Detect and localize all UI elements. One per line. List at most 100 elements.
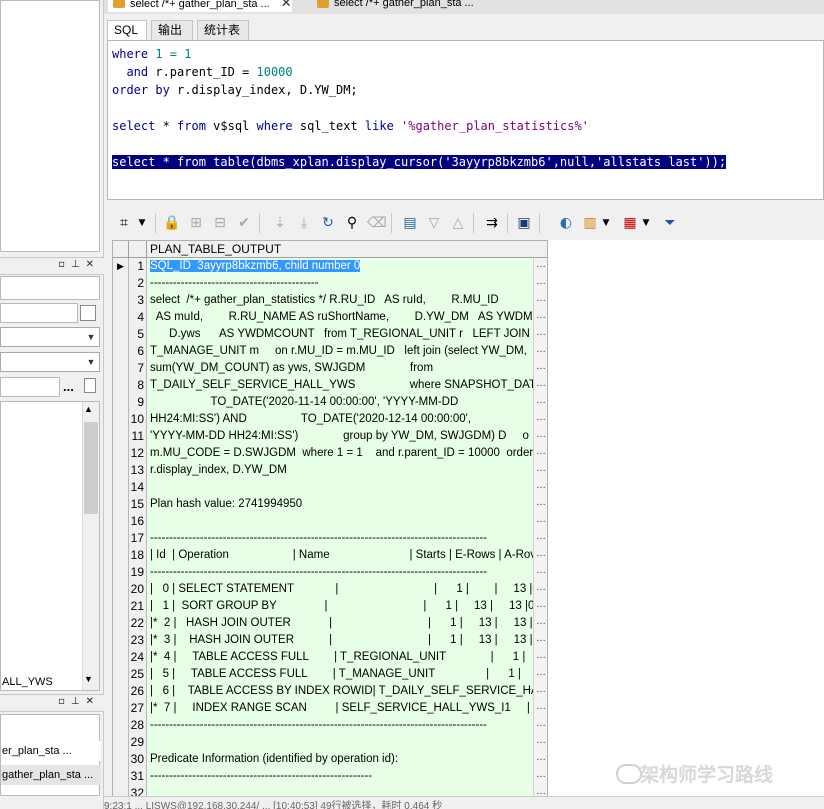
tab-output[interactable]: 输出 [151, 20, 193, 40]
row-indicator[interactable] [113, 309, 129, 326]
cell-expand-button[interactable]: … [533, 462, 547, 479]
row-indicator[interactable] [113, 326, 129, 343]
delete-record-icon[interactable]: ⊟ [211, 214, 229, 232]
query-by-example-icon[interactable]: ⇉ [483, 214, 501, 232]
row-indicator[interactable] [113, 496, 129, 513]
fetch-next-icon[interactable]: ⇣ [271, 214, 289, 232]
row-indicator[interactable] [113, 343, 129, 360]
grid-cell[interactable]: Plan hash value: 2741994950 [147, 496, 533, 513]
table-row[interactable]: 17 --------------------------------------… [113, 530, 547, 547]
scroll-thumb[interactable] [84, 422, 98, 514]
table-row[interactable]: 7 sum(YW_DM_COUNT) as yws, SWJGDM from… [113, 360, 547, 377]
post-changes-icon[interactable]: ✔ [235, 214, 253, 232]
table-row[interactable]: 20 | 0 | SELECT STATEMENT | | 1 | | 13 |0… [113, 581, 547, 598]
row-indicator[interactable] [113, 581, 129, 598]
cell-expand-button[interactable]: … [533, 666, 547, 683]
row-indicator[interactable] [113, 411, 129, 428]
object-list-scrollbar[interactable]: ▲ ▼ [82, 402, 99, 690]
grid-cell[interactable]: | 6 | TABLE ACCESS BY INDEX ROWID| T_DAI… [147, 683, 533, 700]
result-grid[interactable]: PLAN_TABLE_OUTPUT ▶ 1 SQL_ID 3ayyrp8bkzmb6… [112, 240, 548, 809]
grid-cell[interactable]: m.MU_CODE = D.SWJGDM where 1 = 1 and r.p… [147, 445, 533, 462]
table-row[interactable]: 12 m.MU_CODE = D.SWJGDM where 1 = 1 and r… [113, 445, 547, 462]
grid-cell[interactable] [147, 734, 533, 751]
cell-expand-button[interactable]: … [533, 394, 547, 411]
cell-expand-button[interactable]: … [533, 598, 547, 615]
cell-expand-button[interactable]: … [533, 683, 547, 700]
row-indicator[interactable] [113, 275, 129, 292]
cell-expand-button[interactable]: … [533, 700, 547, 717]
grid-cell[interactable]: Predicate Information (identified by ope… [147, 751, 533, 768]
row-indicator[interactable] [113, 683, 129, 700]
cell-expand-button[interactable]: … [533, 734, 547, 751]
table-row[interactable]: 11 'YYYY-MM-DD HH24:MI:SS') group by YW_D… [113, 428, 547, 445]
grid-cell[interactable]: ----------------------------------------… [147, 768, 533, 785]
table-row[interactable]: 29… [113, 734, 547, 751]
window-list-item[interactable]: gather_plan_sta ... [1, 765, 101, 785]
close-icon[interactable]: ✕ [281, 0, 292, 10]
chevron-down-icon[interactable]: ▼ [637, 214, 655, 232]
cell-expand-button[interactable]: … [533, 275, 547, 292]
cell-expand-button[interactable]: … [533, 615, 547, 632]
grid-cell[interactable]: |* 3 | HASH JOIN OUTER | | 1 | 13 | 13 |… [147, 632, 533, 649]
export-icon[interactable]: ◐ [557, 214, 575, 232]
code-line[interactable]: select * from table(dbms_xplan.display_c… [112, 153, 727, 171]
window-list[interactable]: er_plan_sta ... gather_plan_sta ... [0, 714, 101, 796]
new-object-icon[interactable] [84, 378, 96, 393]
code-line[interactable]: and r.parent_ID = 10000 [112, 63, 292, 81]
grid-cell[interactable]: sum(YW_DM_COUNT) as yws, SWJGDM from [147, 360, 533, 377]
object-search-input[interactable] [0, 377, 60, 397]
grid-cell[interactable]: |* 2 | HASH JOIN OUTER | | 1 | 13 | 13 |… [147, 615, 533, 632]
row-indicator[interactable] [113, 530, 129, 547]
cell-expand-button[interactable]: … [533, 581, 547, 598]
row-indicator[interactable] [113, 547, 129, 564]
cell-expand-button[interactable]: … [533, 309, 547, 326]
cell-expand-button[interactable]: … [533, 326, 547, 343]
code-line[interactable]: where 1 = 1 [112, 45, 191, 63]
single-record-view-icon[interactable]: ▤ [401, 214, 419, 232]
table-row[interactable]: 2 ---------------------------------------… [113, 275, 547, 292]
table-row[interactable]: 26 | 6 | TABLE ACCESS BY INDEX ROWID| T_D… [113, 683, 547, 700]
grid-cell[interactable]: | 1 | SORT GROUP BY | | 1 | 13 | 13 |00:… [147, 598, 533, 615]
refresh-icon[interactable]: ↻ [319, 214, 337, 232]
pane-controls[interactable]: ▫⊥✕ [58, 259, 100, 270]
grid-cell[interactable]: | 0 | SELECT STATEMENT | | 1 | | 13 |00:… [147, 581, 533, 598]
table-row[interactable]: 30 Predicate Information (identified by o… [113, 751, 547, 768]
grid-cell[interactable]: | 5 | TABLE ACCESS FULL | T_MANAGE_UNIT … [147, 666, 533, 683]
grid-cell[interactable]: SQL_ID 3ayyrp8bkzmb6, child number 0 [147, 258, 533, 275]
object-type-list[interactable] [0, 276, 100, 300]
grid-corner[interactable] [113, 241, 129, 258]
table-row[interactable]: 5 D.yws AS YWDMCOUNT from T_REGIONAL_UNI… [113, 326, 547, 343]
row-indicator[interactable] [113, 649, 129, 666]
row-indicator[interactable] [113, 445, 129, 462]
table-row[interactable]: 31 --------------------------------------… [113, 768, 547, 785]
grid-cell[interactable] [147, 513, 533, 530]
cell-expand-button[interactable]: … [533, 377, 547, 394]
table-row[interactable]: 27 |* 7 | INDEX RANGE SCAN | SELF_SERVICE… [113, 700, 547, 717]
row-indicator[interactable] [113, 564, 129, 581]
grid-cell[interactable]: D.yws AS YWDMCOUNT from T_REGIONAL_UNIT … [147, 326, 533, 343]
cell-expand-button[interactable]: … [533, 751, 547, 768]
cell-expand-button[interactable]: … [533, 292, 547, 309]
code-line[interactable]: order by r.display_index, D.YW_DM; [112, 81, 358, 99]
table-row[interactable]: 28 --------------------------------------… [113, 717, 547, 734]
type-combo[interactable]: ▼ [0, 352, 100, 372]
cell-expand-button[interactable]: … [533, 530, 547, 547]
previous-page-icon[interactable]: △ [449, 214, 467, 232]
grid-cell[interactable]: r.display_index, D.YW_DM [147, 462, 533, 479]
row-indicator[interactable] [113, 632, 129, 649]
tab-sql-window-1[interactable]: select /*+ gather_plan_sta ... ✕ [108, 0, 292, 12]
cell-expand-button[interactable]: … [533, 717, 547, 734]
table-row[interactable]: 3 select /*+ gather_plan_statistics */ R.… [113, 292, 547, 309]
table-row[interactable]: 24 |* 4 | TABLE ACCESS FULL | T_REGIONAL_… [113, 649, 547, 666]
table-row[interactable]: 23 |* 3 | HASH JOIN OUTER | | 1 | 13 | 13… [113, 632, 547, 649]
tab-sql-window-2[interactable]: select /*+ gather_plan_sta ... [312, 0, 474, 12]
grid-options-icon[interactable]: ⌗ [115, 214, 133, 232]
grid-cell[interactable]: |* 4 | TABLE ACCESS FULL | T_REGIONAL_UN… [147, 649, 533, 666]
lock-icon[interactable]: 🔒 [163, 214, 181, 232]
find-icon[interactable]: ⚲ [343, 214, 361, 232]
grid-cell[interactable]: T_DAILY_SELF_SERVICE_HALL_YWS where SNAP… [147, 377, 533, 394]
cell-expand-button[interactable]: … [533, 547, 547, 564]
save-icon[interactable]: ▣ [515, 214, 533, 232]
pane-controls[interactable]: ▫⊥✕ [58, 696, 100, 707]
grid-cell[interactable]: select /*+ gather_plan_statistics */ R.R… [147, 292, 533, 309]
